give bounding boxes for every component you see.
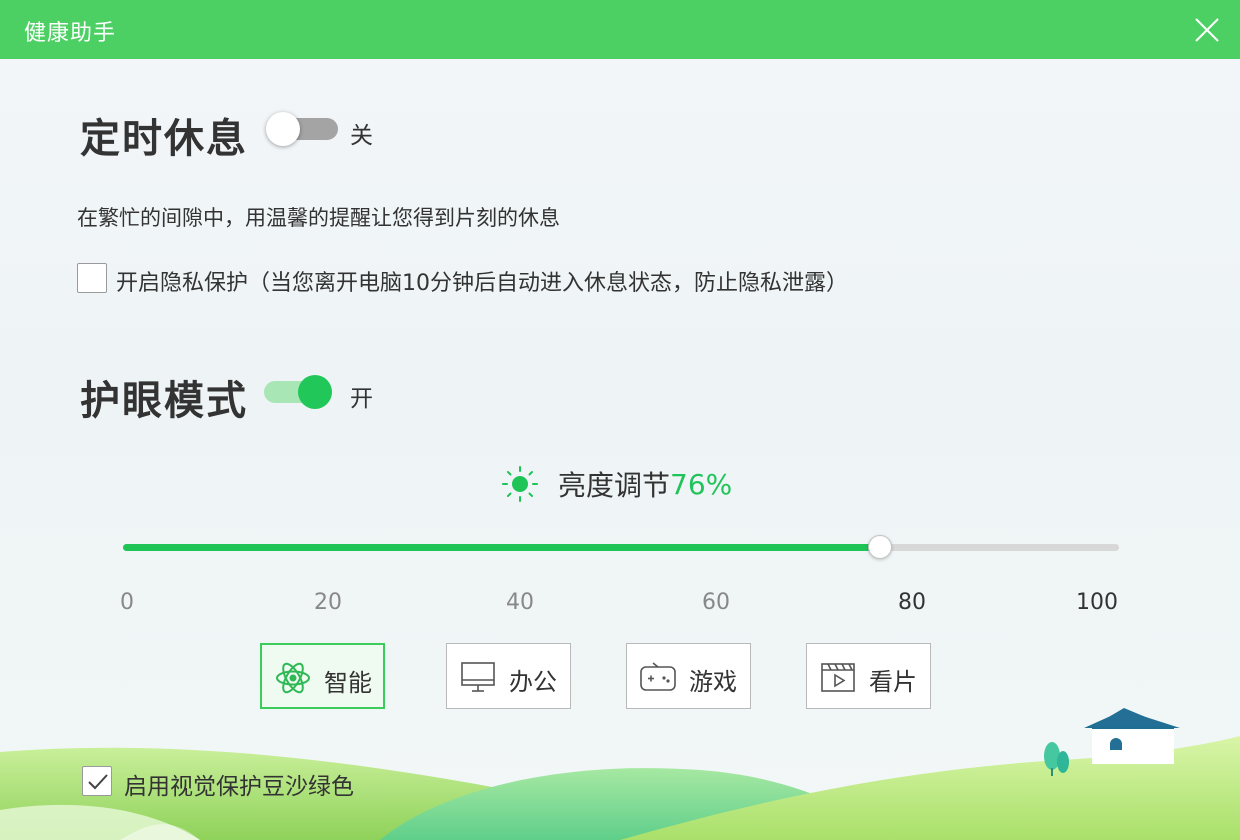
slider-thumb[interactable] (868, 535, 892, 559)
privacy-protection-checkbox[interactable] (77, 263, 107, 293)
green-background-label: 启用视觉保护豆沙绿色 (124, 774, 354, 800)
green-background-checkbox[interactable] (82, 766, 112, 796)
slider-tick-40: 40 (506, 590, 534, 615)
eye-care-title: 护眼模式 (80, 378, 248, 424)
privacy-protection-label: 开启隐私保护（当您离开电脑10分钟后自动进入休息状态，防止隐私泄露） (116, 271, 848, 296)
timed-rest-state: 关 (350, 123, 373, 149)
slider-fill (123, 544, 880, 551)
window-title: 健康助手 (24, 21, 117, 46)
hills-illustration (0, 708, 1240, 840)
slider-tick-20: 20 (314, 590, 342, 615)
eye-care-state: 开 (350, 386, 373, 412)
slider-tick-100: 100 (1076, 590, 1118, 615)
close-icon (1195, 18, 1219, 42)
brightness-header: 亮度调节 76% (500, 462, 732, 506)
toggle-knob (298, 375, 332, 409)
title-bar: 健康助手 (0, 0, 1240, 59)
brightness-value: 76% (670, 467, 733, 501)
eye-care-toggle[interactable] (260, 375, 334, 409)
brightness-slider[interactable] (123, 534, 1119, 562)
toggle-knob (266, 112, 300, 146)
sun-icon (502, 466, 538, 502)
checkmark-icon (88, 774, 108, 790)
brightness-label: 亮度调节 (558, 469, 671, 502)
timed-rest-toggle[interactable] (266, 112, 340, 146)
slider-tick-80: 80 (898, 590, 926, 615)
close-button[interactable] (1192, 15, 1222, 45)
timed-rest-description: 在繁忙的间隙中，用温馨的提醒让您得到片刻的休息 (77, 206, 560, 230)
slider-tick-60: 60 (702, 590, 730, 615)
timed-rest-title: 定时休息 (80, 116, 248, 162)
slider-tick-0: 0 (120, 590, 134, 615)
